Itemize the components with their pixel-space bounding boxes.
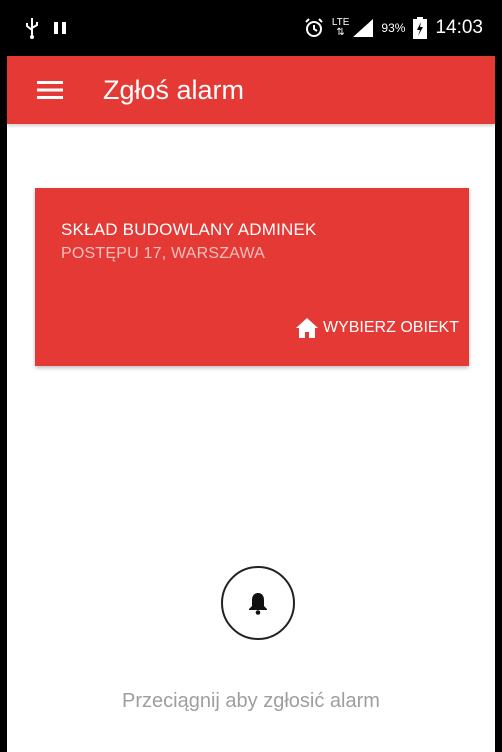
swipe-hint: Przeciągnij aby zgłosić alarm [122, 690, 380, 712]
status-right-icons: LTE ⇅ 93% 14:03 [304, 14, 483, 42]
app-bar: Zgłoś alarm [7, 56, 495, 124]
phone-screen: LTE ⇅ 93% 14:03 Zgłoś alarm SKŁAD BUDOWL… [7, 0, 495, 752]
object-name: SKŁAD BUDOWLANY ADMINEK [61, 220, 317, 239]
select-object-button[interactable]: WYBIERZ OBIEKT [295, 316, 459, 340]
lte-arrows: ⇅ [336, 27, 345, 38]
battery-percent: 93% [381, 21, 406, 35]
hamburger-menu-icon[interactable] [37, 79, 63, 101]
clock: 14:03 [435, 17, 483, 38]
select-object-label: WYBIERZ OBIEKT [322, 319, 459, 336]
status-left-icons [25, 16, 67, 40]
bell-icon [249, 593, 267, 615]
alarm-clock-icon [305, 18, 323, 37]
object-card: SKŁAD BUDOWLANY ADMINEK POSTĘPU 17, WARS… [35, 188, 469, 366]
signal-icon [353, 19, 374, 37]
alarm-slider-handle[interactable] [221, 566, 295, 640]
status-bar: LTE ⇅ 93% 14:03 [7, 0, 495, 56]
battery-charging-icon [413, 17, 428, 39]
object-address: POSTĘPU 17, WARSZAWA [61, 245, 266, 262]
usb-icon [26, 18, 38, 39]
lte-icon: LTE ⇅ [332, 18, 350, 38]
pause-icon [54, 22, 66, 34]
home-icon [295, 318, 318, 338]
page-title: Zgłoś alarm [103, 75, 245, 105]
